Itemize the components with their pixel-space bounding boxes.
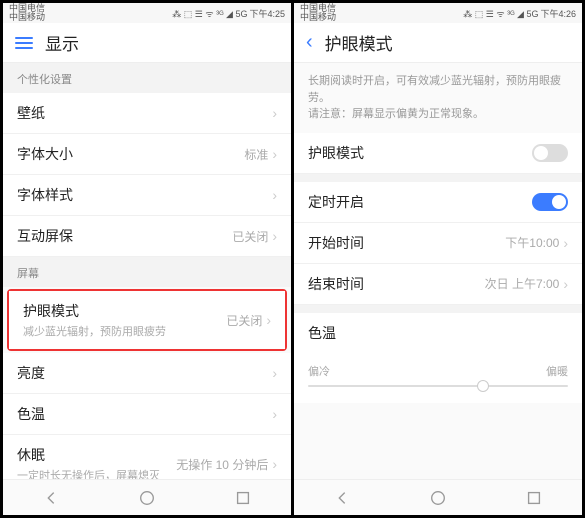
eye-mode-toggle[interactable] bbox=[532, 144, 568, 162]
nav-recent-icon[interactable] bbox=[525, 489, 543, 507]
chevron-right-icon: › bbox=[266, 312, 271, 328]
nav-recent-icon[interactable] bbox=[234, 489, 252, 507]
status-icons: ⁂ ⬚ ☰ ᯤ ³ᴳ ◢ 5G bbox=[463, 7, 538, 20]
carrier-2: 中国移动 bbox=[9, 13, 45, 22]
chevron-right-icon: › bbox=[272, 406, 277, 422]
chevron-right-icon: › bbox=[272, 105, 277, 121]
chevron-right-icon: › bbox=[272, 228, 277, 244]
nav-back-icon[interactable] bbox=[42, 489, 60, 507]
row-color-temp[interactable]: 色温 › bbox=[3, 394, 291, 435]
row-wallpaper[interactable]: 壁纸 › bbox=[3, 93, 291, 134]
section-header: 个性化设置 bbox=[3, 63, 291, 93]
schedule-toggle[interactable] bbox=[532, 193, 568, 211]
row-eye-comfort[interactable]: 护眼模式 减少蓝光辐射，预防用眼疲劳 已关闭› bbox=[9, 291, 285, 349]
back-icon[interactable]: ‹ bbox=[306, 31, 313, 54]
row-screensaver[interactable]: 互动屏保 已关闭› bbox=[3, 216, 291, 257]
status-time: 下午4:26 bbox=[540, 7, 576, 20]
row-color-temp-header: 色温 bbox=[294, 313, 582, 353]
slider-label-warm: 偏暖 bbox=[546, 363, 568, 379]
slider-label-cool: 偏冷 bbox=[308, 363, 330, 379]
row-font-style[interactable]: 字体样式 › bbox=[3, 175, 291, 216]
menu-icon[interactable] bbox=[15, 34, 33, 52]
nav-bar bbox=[3, 479, 291, 515]
title-bar: ‹ 护眼模式 bbox=[294, 23, 582, 63]
row-schedule[interactable]: 定时开启 bbox=[294, 182, 582, 223]
nav-back-icon[interactable] bbox=[333, 489, 351, 507]
chevron-right-icon: › bbox=[272, 365, 277, 381]
row-eye-mode[interactable]: 护眼模式 bbox=[294, 133, 582, 174]
left-screen: 中国电信 中国移动 ⁂ ⬚ ☰ ᯤ ³ᴳ ◢ 5G 下午4:25 显示 个性化设… bbox=[3, 3, 291, 515]
page-title: 显示 bbox=[45, 30, 79, 55]
title-bar: 显示 bbox=[3, 23, 291, 63]
chevron-right-icon: › bbox=[272, 456, 277, 472]
row-sleep[interactable]: 休眠 一定时长无操作后，屏幕熄灭 无操作 10 分钟后› bbox=[3, 435, 291, 479]
chevron-right-icon: › bbox=[563, 235, 568, 251]
row-font-size[interactable]: 字体大小 标准› bbox=[3, 134, 291, 175]
nav-home-icon[interactable] bbox=[138, 489, 156, 507]
description: 长期阅读时开启，可有效减少蓝光辐射，预防用眼疲劳。 请注意：屏幕显示偏黄为正常现… bbox=[294, 63, 582, 133]
nav-home-icon[interactable] bbox=[429, 489, 447, 507]
row-start-time[interactable]: 开始时间 下午10:00› bbox=[294, 223, 582, 264]
chevron-right-icon: › bbox=[272, 187, 277, 203]
nav-bar bbox=[294, 479, 582, 515]
status-icons: ⁂ ⬚ ☰ ᯤ ³ᴳ ◢ 5G bbox=[172, 7, 247, 20]
chevron-right-icon: › bbox=[272, 146, 277, 162]
section-header: 屏幕 bbox=[3, 257, 291, 287]
row-brightness[interactable]: 亮度 › bbox=[3, 353, 291, 394]
carrier-2: 中国移动 bbox=[300, 13, 336, 22]
right-screen: 中国电信 中国移动 ⁂ ⬚ ☰ ᯤ ³ᴳ ◢ 5G 下午4:26 ‹ 护眼模式 … bbox=[294, 3, 582, 515]
status-bar: 中国电信 中国移动 ⁂ ⬚ ☰ ᯤ ³ᴳ ◢ 5G 下午4:26 bbox=[294, 3, 582, 23]
color-temp-slider[interactable] bbox=[308, 385, 568, 387]
page-title: 护眼模式 bbox=[325, 30, 393, 55]
status-bar: 中国电信 中国移动 ⁂ ⬚ ☰ ᯤ ³ᴳ ◢ 5G 下午4:25 bbox=[3, 3, 291, 23]
color-temp-slider-row: 偏冷 偏暖 bbox=[294, 353, 582, 403]
slider-thumb[interactable] bbox=[477, 380, 489, 392]
highlight-box: 护眼模式 减少蓝光辐射，预防用眼疲劳 已关闭› bbox=[7, 289, 287, 351]
row-end-time[interactable]: 结束时间 次日 上午7:00› bbox=[294, 264, 582, 305]
chevron-right-icon: › bbox=[563, 276, 568, 292]
status-time: 下午4:25 bbox=[249, 7, 285, 20]
